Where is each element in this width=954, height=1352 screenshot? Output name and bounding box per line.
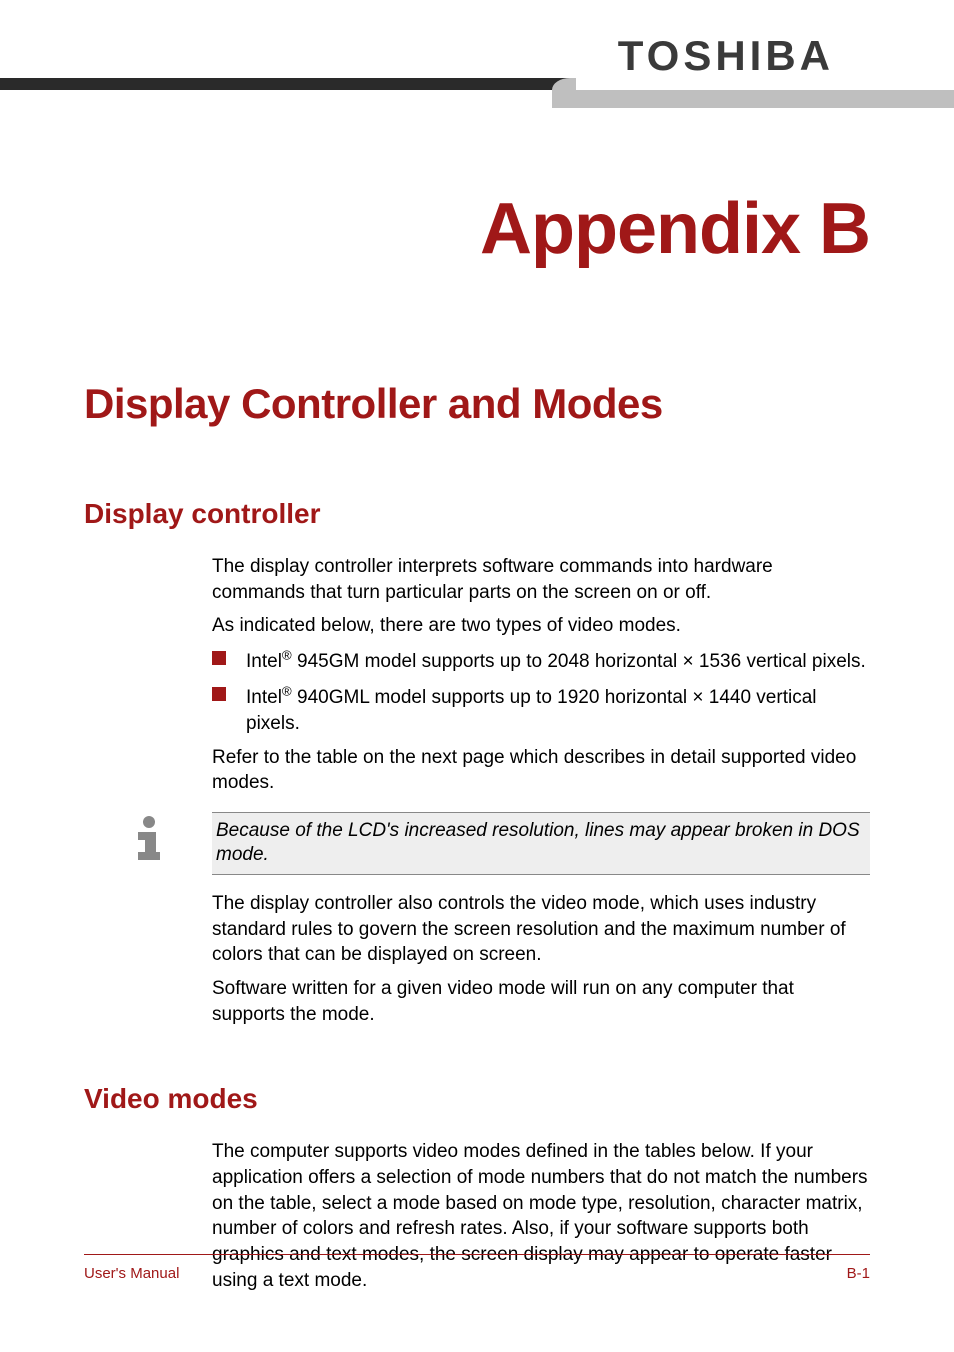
header-bar-dark: [0, 78, 540, 90]
bullet-list: Intel® 945GM model supports up to 2048 h…: [212, 647, 870, 737]
list-item: Intel® 940GML model supports up to 1920 …: [212, 683, 870, 737]
body-block: The display controller interprets softwa…: [212, 554, 870, 796]
paragraph: The display controller also controls the…: [212, 891, 870, 968]
page-title: Display Controller and Modes: [84, 380, 870, 428]
note-callout: Because of the LCD's increased resolutio…: [84, 812, 870, 875]
footer-right: B-1: [847, 1265, 870, 1282]
paragraph: Software written for a given video mode …: [212, 976, 870, 1027]
section-title-video-modes: Video modes: [84, 1083, 870, 1115]
square-bullet-icon: [212, 651, 226, 665]
paragraph: The display controller interprets softwa…: [212, 554, 870, 605]
header-bar-light: [552, 90, 954, 108]
brand-logo: TOSHIBA: [618, 32, 834, 80]
square-bullet-icon: [212, 687, 226, 701]
appendix-title: Appendix B: [84, 188, 870, 270]
info-icon: [84, 812, 212, 862]
footer-left: User's Manual: [84, 1265, 179, 1282]
page-content: Appendix B Display Controller and Modes …: [0, 118, 954, 1293]
paragraph: As indicated below, there are two types …: [212, 613, 870, 639]
note-text-wrap: Because of the LCD's increased resolutio…: [212, 812, 870, 875]
list-item-text: Intel® 945GM model supports up to 2048 h…: [246, 651, 866, 672]
section-title-display-controller: Display controller: [84, 498, 870, 530]
spacer: [84, 1043, 870, 1083]
page-footer: User's Manual B-1: [84, 1254, 870, 1282]
paragraph: Refer to the table on the next page whic…: [212, 745, 870, 796]
page-header: TOSHIBA: [0, 0, 954, 118]
list-item: Intel® 945GM model supports up to 2048 h…: [212, 647, 870, 675]
body-block: The display controller also controls the…: [212, 891, 870, 1027]
list-item-text: Intel® 940GML model supports up to 1920 …: [246, 687, 817, 734]
note-text: Because of the LCD's increased resolutio…: [216, 819, 866, 868]
